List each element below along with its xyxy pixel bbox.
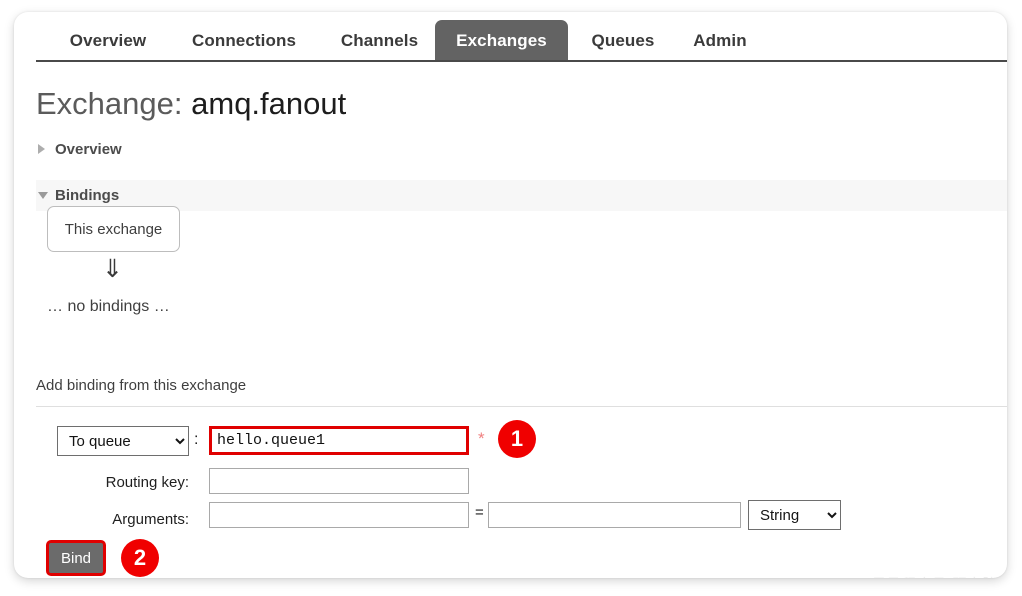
double-down-arrow-icon: ⇓	[47, 255, 178, 283]
section-header-bindings[interactable]: Bindings	[36, 180, 1007, 211]
arguments-value-input[interactable]	[488, 502, 741, 528]
tab-overview[interactable]: Overview	[54, 20, 162, 61]
page-title-exchange-name: amq.fanout	[191, 86, 346, 121]
tab-overview-label: Overview	[70, 31, 146, 51]
tab-channels-label: Channels	[341, 31, 418, 51]
page-title-prefix: Exchange:	[36, 86, 183, 121]
add-binding-section-label: Add binding from this exchange	[36, 377, 246, 394]
tab-admin-label: Admin	[693, 31, 746, 51]
tab-admin[interactable]: Admin	[679, 20, 761, 61]
routing-key-label: Routing key:	[74, 474, 189, 491]
triangle-right-icon	[38, 144, 45, 154]
destination-colon: :	[194, 431, 198, 449]
main-navigation-tabs: Overview Connections Channels Exchanges …	[14, 12, 1007, 61]
section-header-overview[interactable]: Overview	[36, 136, 122, 162]
arguments-key-input[interactable]	[209, 502, 469, 528]
bind-button[interactable]: Bind	[46, 540, 106, 576]
tab-exchanges[interactable]: Exchanges	[435, 20, 568, 61]
tab-queues[interactable]: Queues	[578, 20, 668, 61]
watermark: 黑马程序员-研究院	[872, 574, 998, 578]
annotation-badge-1: 1	[498, 420, 536, 458]
binding-destination-type-select[interactable]: To queueTo exchange	[57, 426, 189, 456]
tab-connections-label: Connections	[192, 31, 296, 51]
this-exchange-node: This exchange	[47, 206, 180, 252]
triangle-down-icon	[38, 192, 48, 199]
arguments-equals-sign: =	[475, 504, 484, 521]
tab-exchanges-label: Exchanges	[456, 31, 547, 51]
arguments-label: Arguments:	[74, 511, 189, 528]
tab-queues-label: Queues	[592, 31, 655, 51]
form-divider	[36, 406, 1007, 407]
no-bindings-message: … no bindings …	[47, 298, 170, 316]
annotation-badge-2: 2	[121, 539, 159, 577]
tab-connections[interactable]: Connections	[172, 20, 316, 61]
page-title: Exchange: amq.fanout	[36, 86, 346, 122]
section-header-overview-label: Overview	[55, 141, 122, 158]
this-exchange-node-label: This exchange	[65, 221, 163, 238]
binding-destination-input[interactable]	[209, 426, 469, 455]
page-card: Overview Connections Channels Exchanges …	[14, 12, 1007, 578]
tabbar-divider	[36, 60, 1007, 62]
arguments-type-select[interactable]: StringNumberBooleanList	[748, 500, 841, 530]
routing-key-input[interactable]	[209, 468, 469, 494]
required-asterisk: *	[478, 429, 485, 449]
tab-channels[interactable]: Channels	[326, 20, 433, 61]
section-header-bindings-label: Bindings	[55, 187, 119, 204]
